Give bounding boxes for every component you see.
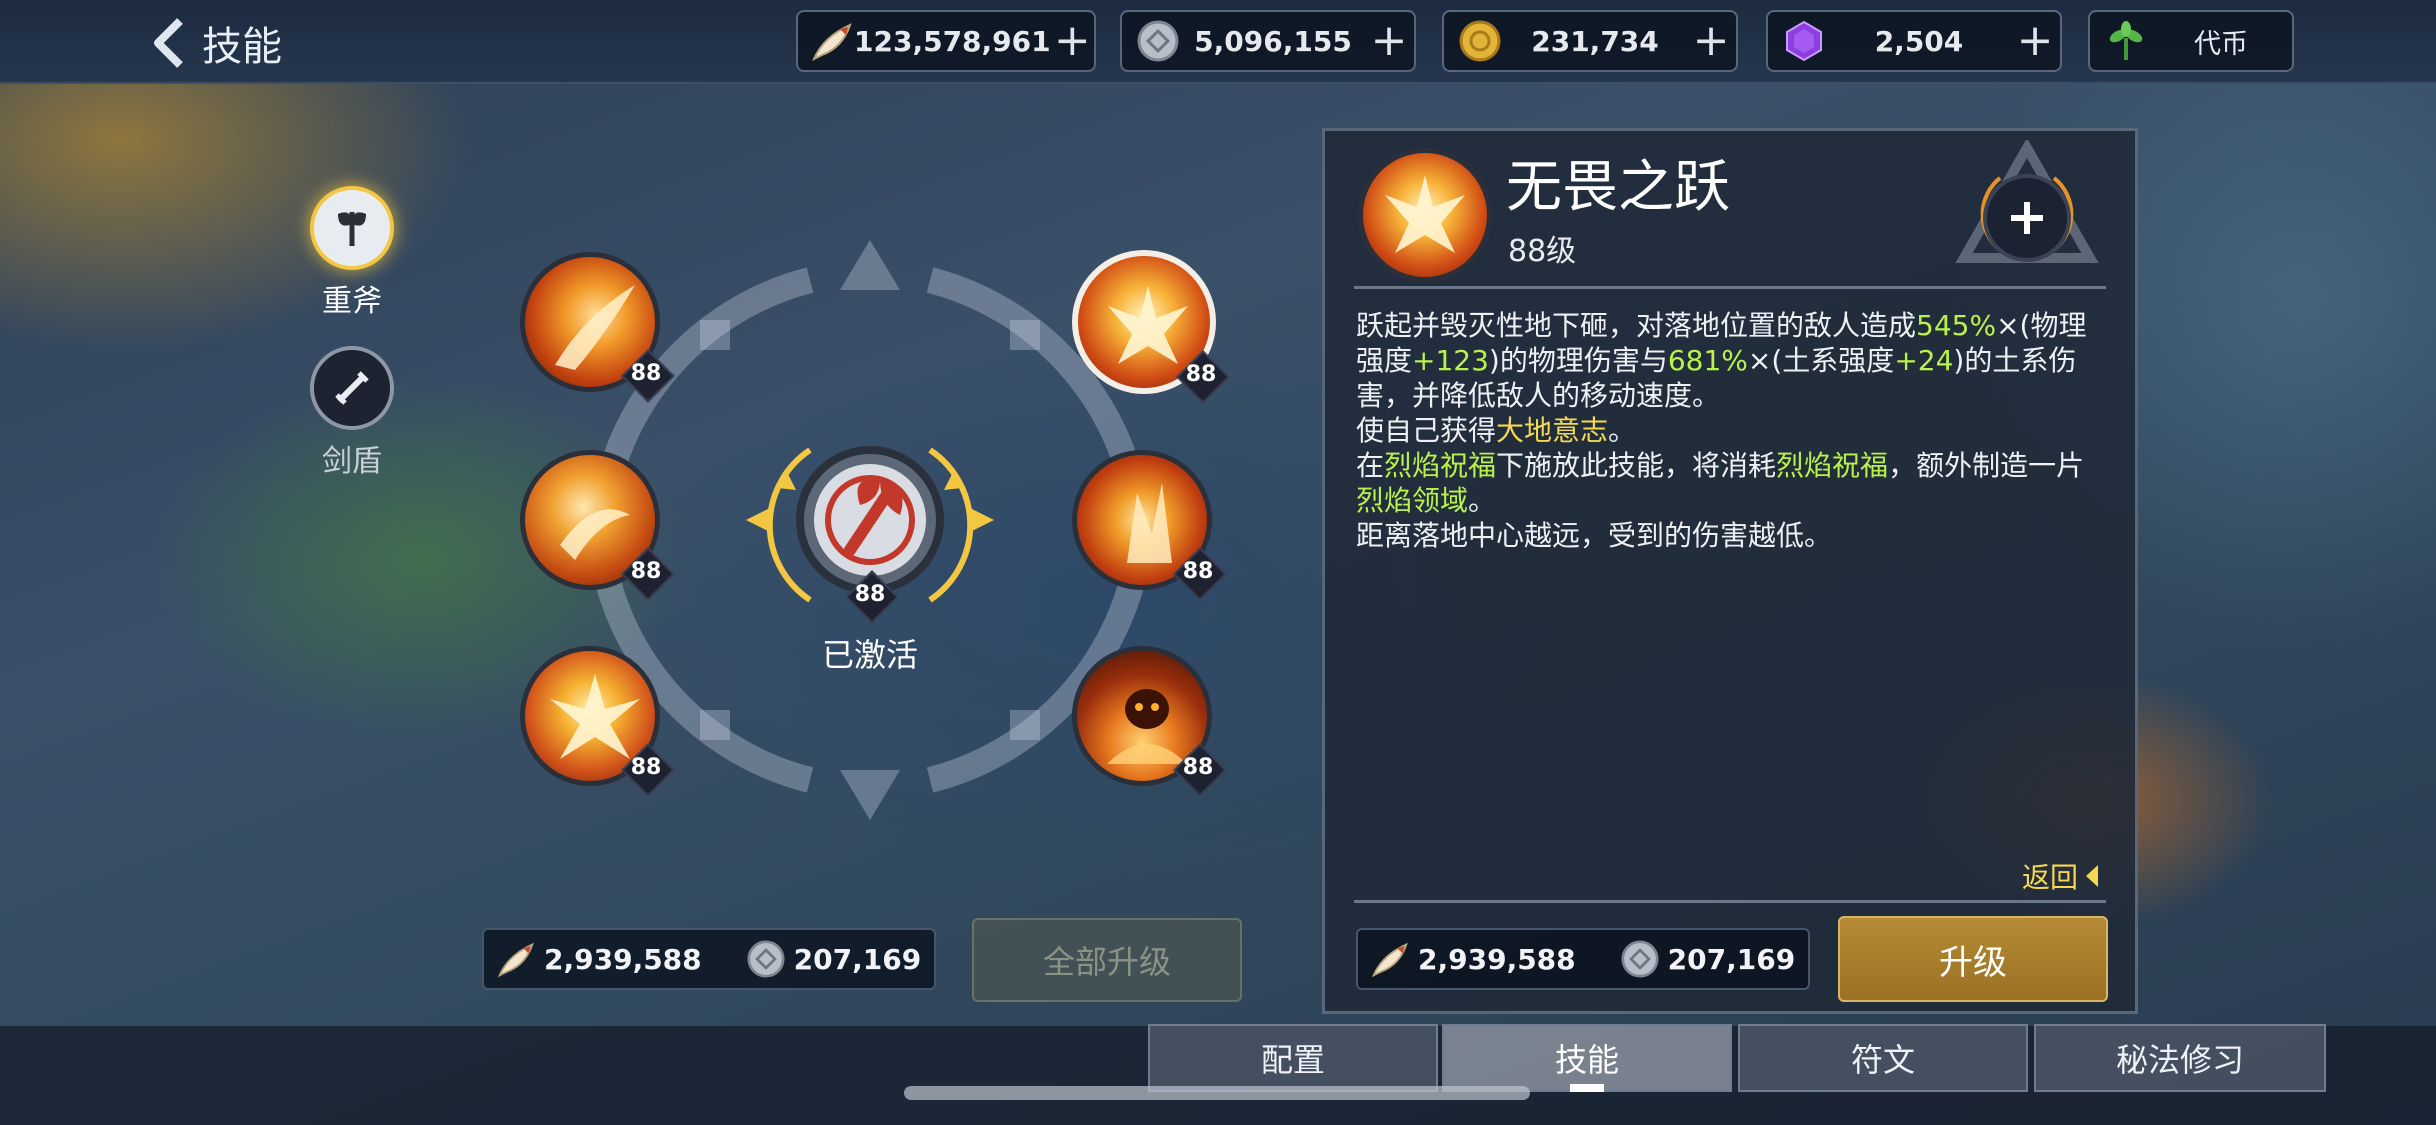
skill-level-badge: 88 bbox=[621, 547, 675, 601]
home-indicator bbox=[904, 1086, 1530, 1100]
skill-right-3[interactable]: 88 bbox=[1072, 646, 1227, 797]
rune-slot-add-button[interactable] bbox=[1952, 137, 2102, 270]
horn-icon bbox=[810, 17, 854, 65]
mastery-level-badge: 88 bbox=[845, 570, 899, 624]
desc-paragraph-1: 跃起并毁灭性地下砸，对落地位置的敌人造成545%×(物理强度+123)的物理伤害… bbox=[1356, 309, 2087, 412]
divider bbox=[1354, 900, 2106, 903]
desc-paragraph-2: 使自己获得大地意志。 bbox=[1356, 414, 1637, 447]
skill-description: 跃起并毁灭性地下砸，对落地位置的敌人造成545%×(物理强度+123)的物理伤害… bbox=[1356, 308, 2112, 553]
skill-right-2[interactable]: 88 bbox=[1072, 450, 1227, 601]
silver-coin-icon bbox=[1134, 17, 1182, 65]
upgrade-button[interactable]: 升级 bbox=[1838, 916, 2108, 1002]
active-mastery[interactable]: 88 bbox=[740, 430, 1000, 630]
currency-horn: 123,578,961 + bbox=[796, 10, 1096, 72]
skill-level-badge: 88 bbox=[1176, 350, 1230, 404]
fearless-leap-skill-icon bbox=[1385, 175, 1465, 253]
horn-icon bbox=[494, 937, 538, 981]
add-silver-button[interactable]: + bbox=[1364, 19, 1414, 63]
skill-left-1[interactable]: 88 bbox=[520, 252, 675, 403]
caret-left-icon bbox=[2086, 865, 2099, 887]
add-gem-button[interactable]: + bbox=[2010, 19, 2060, 63]
upgrade-cost-box: 2,939,588 207,169 bbox=[1356, 928, 1810, 990]
skill-level-text: 88级 bbox=[1508, 234, 1577, 269]
skill-level-badge: 88 bbox=[621, 349, 675, 403]
tab-skills[interactable]: 技能 bbox=[1442, 1024, 1732, 1092]
sprout-icon bbox=[2102, 17, 2150, 65]
page-title: 技能 bbox=[202, 24, 282, 70]
tab-runes[interactable]: 符文 bbox=[1738, 1024, 2028, 1092]
skill-name: 无畏之跃 bbox=[1506, 155, 1730, 220]
chevron-left-icon bbox=[154, 18, 183, 68]
back-link[interactable]: 返回 bbox=[2022, 856, 2100, 896]
skill-left-3[interactable]: 88 bbox=[520, 646, 675, 797]
currency-silver: 5,096,155 + bbox=[1120, 10, 1416, 72]
tab-arcane-study[interactable]: 秘法修习 bbox=[2034, 1024, 2326, 1092]
currency-token[interactable]: 代币 bbox=[2088, 10, 2294, 72]
desc-paragraph-3: 在烈焰祝福下施放此技能，将消耗烈焰祝福，额外制造一片烈焰领域。 bbox=[1356, 449, 2085, 517]
upgrade-all-button[interactable]: 全部升级 bbox=[972, 918, 1242, 1002]
active-status-label: 已激活 bbox=[821, 636, 918, 674]
silver-coin-icon bbox=[744, 937, 788, 981]
currency-gold: 231,734 + bbox=[1442, 10, 1738, 72]
currency-gem: 2,504 + bbox=[1766, 10, 2062, 72]
skill-level-badge: 88 bbox=[1173, 743, 1227, 797]
desc-paragraph-4: 距离落地中心越远，受到的伤害越低。 bbox=[1356, 519, 1833, 552]
skill-level-badge: 88 bbox=[621, 743, 675, 797]
tab-config[interactable]: 配置 bbox=[1148, 1024, 1438, 1092]
total-cost-box: 2,939,588 207,169 bbox=[482, 928, 936, 990]
detail-skill-icon bbox=[1358, 148, 1492, 282]
skill-right-1-selected[interactable]: 88 bbox=[1072, 250, 1230, 404]
plus-icon bbox=[1955, 137, 2099, 263]
weapon-sword-shield[interactable]: 剑盾 bbox=[282, 346, 422, 480]
sword-shield-icon bbox=[310, 346, 394, 430]
horn-icon bbox=[1368, 937, 1412, 981]
skill-left-2[interactable]: 88 bbox=[520, 450, 675, 601]
add-horn-button[interactable]: + bbox=[1051, 19, 1094, 63]
add-gold-button[interactable]: + bbox=[1686, 19, 1736, 63]
skill-level-badge: 88 bbox=[1173, 547, 1227, 601]
gold-coin-icon bbox=[1456, 17, 1504, 65]
purple-gem-icon bbox=[1780, 17, 1828, 65]
active-tab-indicator bbox=[1570, 1084, 1604, 1092]
silver-coin-icon bbox=[1618, 937, 1662, 981]
back-button[interactable]: 技能 bbox=[150, 14, 282, 72]
divider bbox=[1354, 286, 2106, 289]
axe-icon bbox=[310, 186, 394, 270]
weapon-heavy-axe[interactable]: 重斧 bbox=[282, 186, 422, 320]
